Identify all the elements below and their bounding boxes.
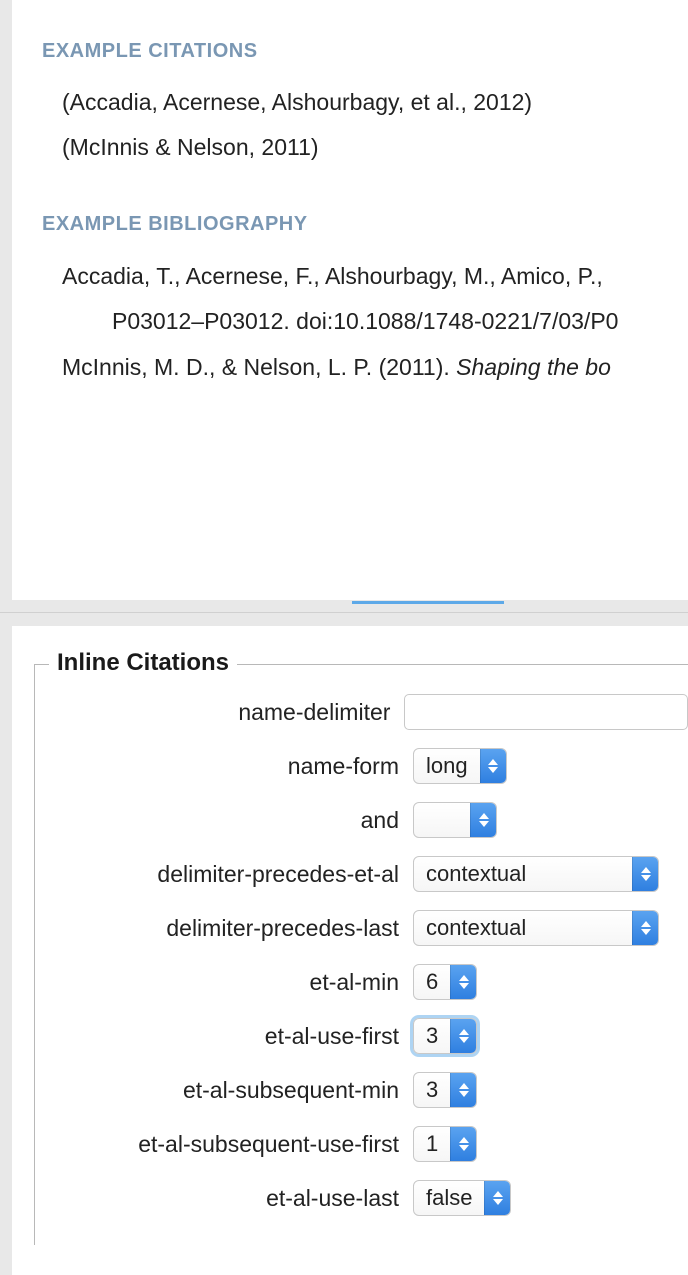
and-select[interactable] — [413, 802, 497, 838]
delimiter-precedes-last-select[interactable]: contextual — [413, 910, 659, 946]
tab-bar — [0, 600, 688, 604]
et-al-use-first-select[interactable]: 3 — [413, 1018, 477, 1054]
example-bibliography-header: EXAMPLE BIBLIOGRAPHY — [42, 213, 688, 236]
bib-text: P03012–P03012. doi:10.1088/1748-0221/7/0… — [112, 308, 618, 334]
bib-text-italic: Shaping the bo — [456, 354, 611, 380]
select-stepper-icon — [632, 857, 658, 891]
select-stepper-icon — [450, 1127, 476, 1161]
example-citations-header: EXAMPLE CITATIONS — [42, 40, 688, 63]
bibliography-item-cont: P03012–P03012. doi:10.1088/1748-0221/7/0… — [112, 305, 688, 338]
et-al-use-last-label: et-al-use-last — [35, 1185, 413, 1212]
select-stepper-icon — [480, 749, 506, 783]
delimiter-precedes-last-label: delimiter-precedes-last — [35, 915, 413, 942]
active-tab-indicator — [352, 601, 504, 604]
delimiter-precedes-et-al-select[interactable]: contextual — [413, 856, 659, 892]
et-al-min-select[interactable]: 6 — [413, 964, 477, 1000]
bib-text: Accadia, T., Acernese, F., Alshourbagy, … — [62, 263, 603, 289]
select-value: contextual — [414, 857, 632, 891]
et-al-subsequent-use-first-label: et-al-subsequent-use-first — [35, 1131, 413, 1158]
et-al-use-first-label: et-al-use-first — [35, 1023, 413, 1050]
select-stepper-icon — [484, 1181, 510, 1215]
select-value: contextual — [414, 911, 632, 945]
et-al-use-last-select[interactable]: false — [413, 1180, 511, 1216]
citation-item: (Accadia, Acernese, Alshourbagy, et al.,… — [62, 87, 688, 118]
inline-citations-fieldset: Inline Citations name-delimiter name-for… — [34, 664, 688, 1245]
select-stepper-icon — [470, 803, 496, 837]
select-stepper-icon — [632, 911, 658, 945]
select-value: 3 — [414, 1073, 450, 1107]
and-label: and — [35, 807, 413, 834]
select-value: long — [414, 749, 480, 783]
name-delimiter-input[interactable] — [404, 694, 688, 730]
bibliography-item: McInnis, M. D., & Nelson, L. P. (2011). … — [62, 351, 688, 384]
et-al-subsequent-use-first-select[interactable]: 1 — [413, 1126, 477, 1162]
bibliography-item: Accadia, T., Acernese, F., Alshourbagy, … — [62, 260, 688, 293]
select-stepper-icon — [450, 965, 476, 999]
select-stepper-icon — [450, 1073, 476, 1107]
name-form-label: name-form — [35, 753, 413, 780]
panel-separator — [0, 612, 688, 626]
citation-item: (McInnis & Nelson, 2011) — [62, 132, 688, 163]
select-value: 1 — [414, 1127, 450, 1161]
name-form-select[interactable]: long — [413, 748, 507, 784]
delimiter-precedes-et-al-label: delimiter-precedes-et-al — [35, 861, 413, 888]
select-value: false — [414, 1181, 484, 1215]
preview-panel: EXAMPLE CITATIONS (Accadia, Acernese, Al… — [12, 0, 688, 600]
et-al-subsequent-min-label: et-al-subsequent-min — [35, 1077, 413, 1104]
select-stepper-icon — [450, 1019, 476, 1053]
et-al-subsequent-min-select[interactable]: 3 — [413, 1072, 477, 1108]
form-panel: Inline Citations name-delimiter name-for… — [12, 626, 688, 1275]
bib-text: McInnis, M. D., & Nelson, L. P. (2011). — [62, 354, 456, 380]
select-value: 6 — [414, 965, 450, 999]
name-delimiter-label: name-delimiter — [35, 699, 404, 726]
select-value — [414, 803, 470, 837]
fieldset-legend: Inline Citations — [49, 649, 237, 677]
et-al-min-label: et-al-min — [35, 969, 413, 996]
select-value: 3 — [414, 1019, 450, 1053]
